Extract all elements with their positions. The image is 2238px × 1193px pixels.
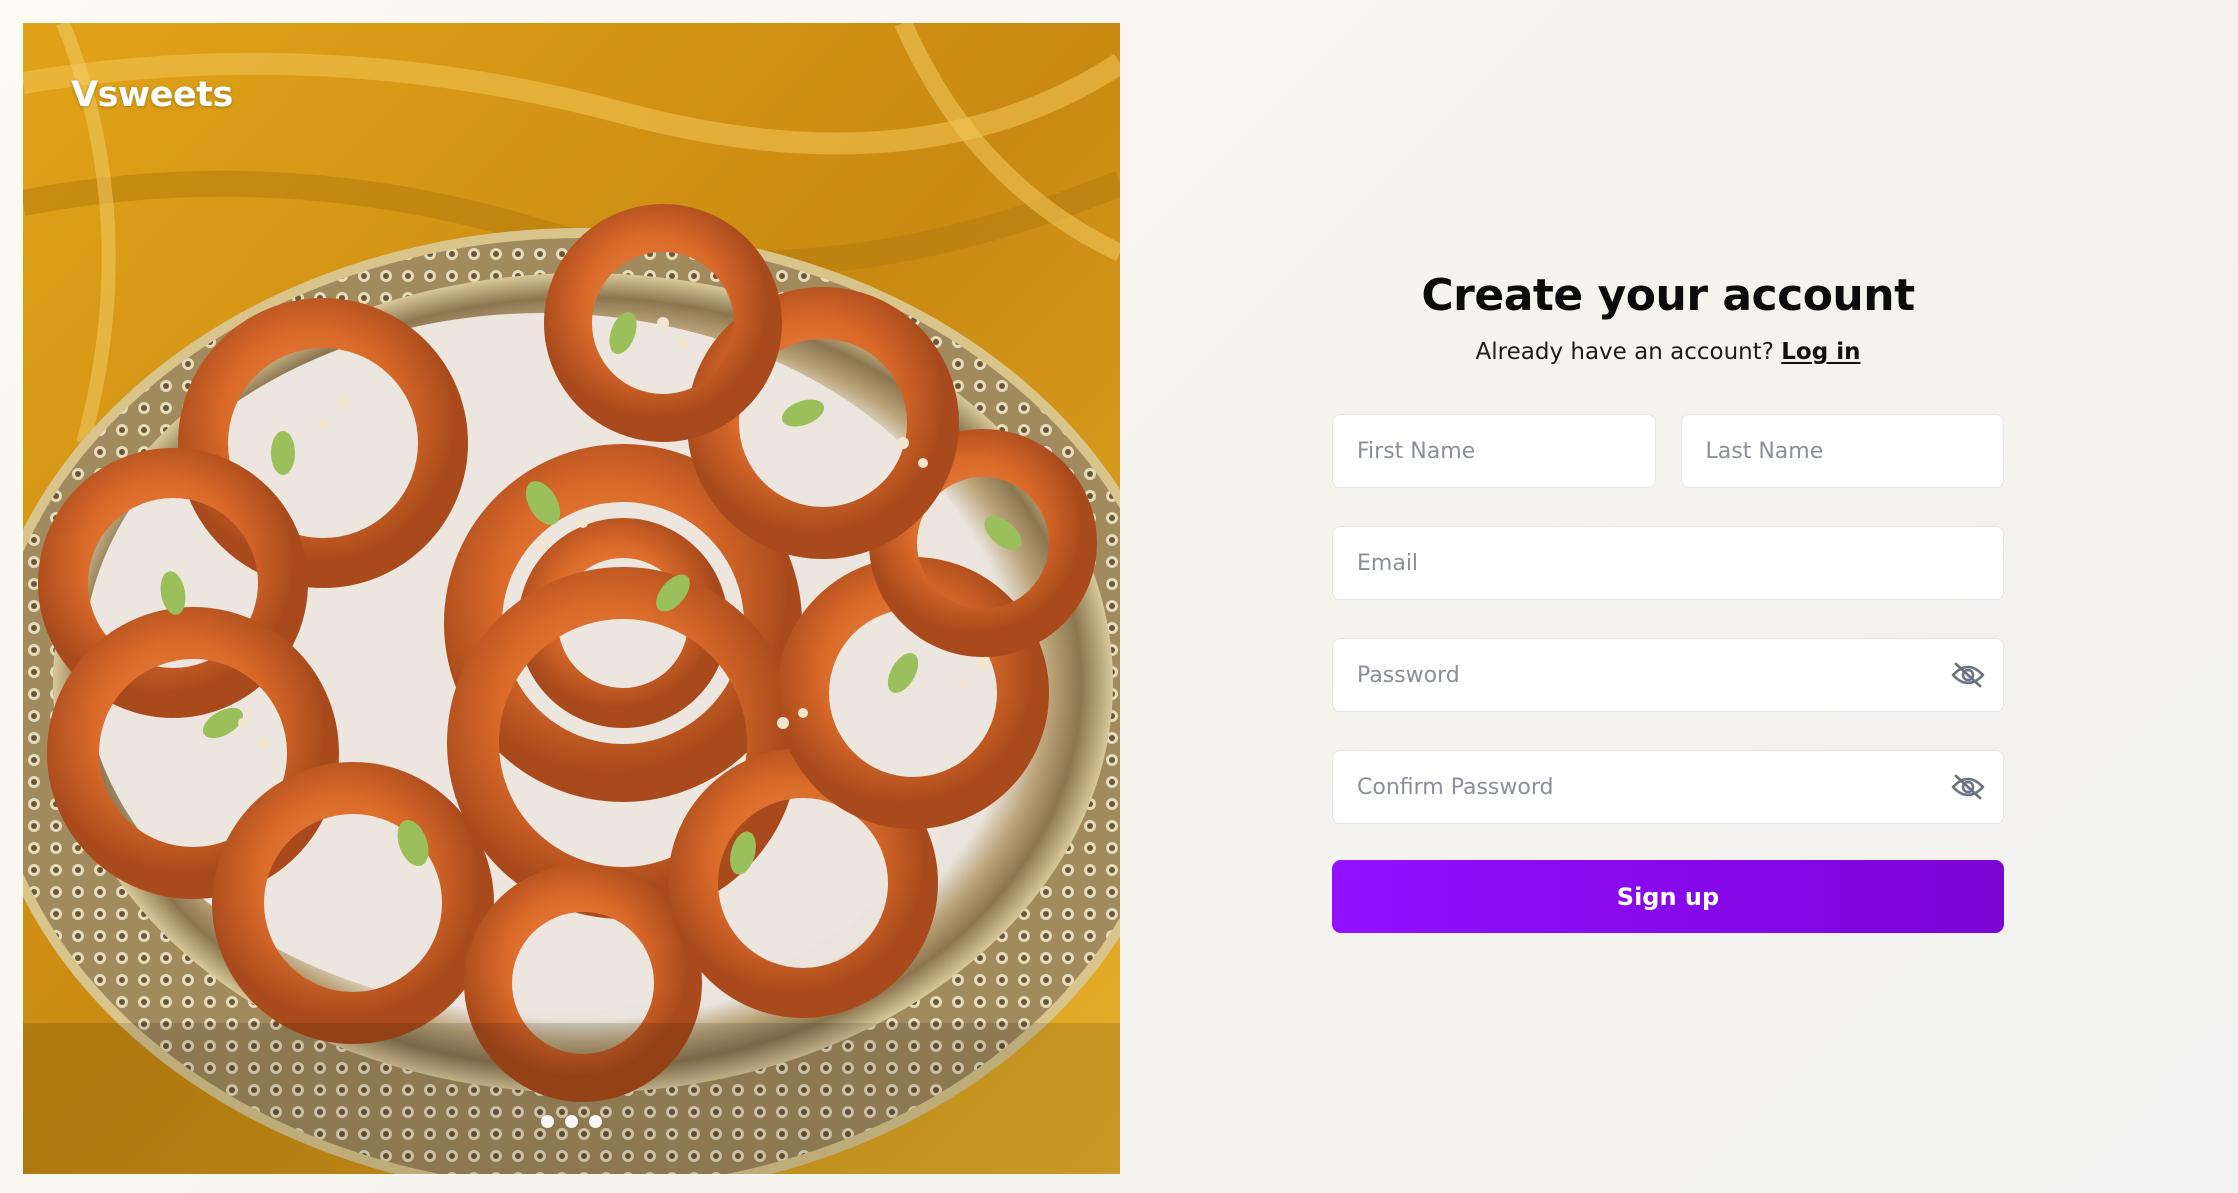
email-field-wrap [1332,526,2004,600]
hero-photo [23,23,1120,1174]
last-name-input[interactable] [1681,415,2003,487]
hero-image-panel: Vsweets [23,23,1120,1174]
first-name-input[interactable] [1333,415,1655,487]
login-prompt: Already have an account? Log in [1332,339,2004,365]
last-name-field-wrap [1680,414,2004,488]
carousel-dots [23,1115,1120,1128]
eye-off-icon[interactable] [1951,661,1985,689]
confirm-password-field-wrap [1332,750,2004,824]
email-input[interactable] [1333,527,2003,599]
brand-logo: Vsweets [71,75,233,115]
page-title: Create your account [1421,270,1915,321]
confirm-password-input[interactable] [1333,751,2003,823]
carousel-dot-3[interactable] [589,1115,602,1128]
sign-up-button[interactable]: Sign up [1332,860,2004,933]
first-name-field-wrap [1332,414,1656,488]
carousel-dot-2[interactable] [565,1115,578,1128]
login-link[interactable]: Log in [1781,339,1860,365]
signup-form: Create your account Already have an acco… [1332,270,2004,933]
password-row [1332,638,2004,712]
eye-off-icon[interactable] [1951,773,1985,801]
login-prompt-text: Already have an account? [1475,339,1774,365]
confirm-password-row [1332,750,2004,824]
password-field-wrap [1332,638,2004,712]
carousel-dot-1[interactable] [541,1115,554,1128]
name-row [1332,414,2004,488]
email-row [1332,526,2004,600]
password-input[interactable] [1333,639,2003,711]
